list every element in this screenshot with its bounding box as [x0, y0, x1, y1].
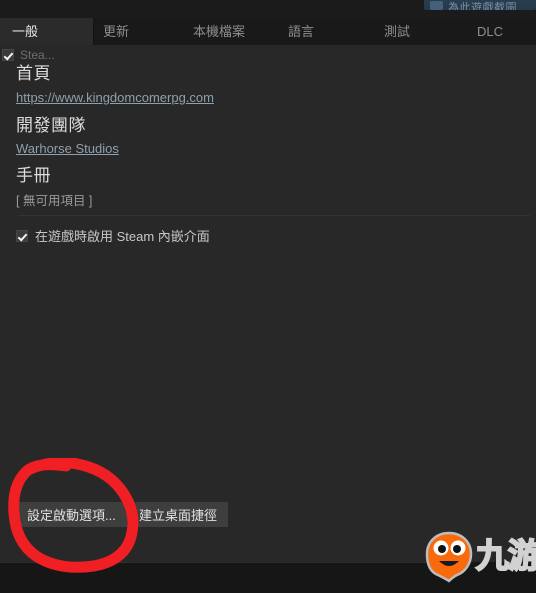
- tab-local-files-label: 本機檔案: [193, 24, 246, 39]
- steam-overlay-label: 在遊戲時啟用 Steam 內嵌介面: [35, 229, 210, 244]
- home-section-heading: 首頁: [16, 64, 51, 83]
- steam-cloud-checkbox[interactable]: [2, 49, 14, 61]
- home-website-link[interactable]: https://www.kingdomcomerpg.com: [16, 90, 214, 105]
- create-desktop-shortcut-button[interactable]: 建立桌面捷徑: [128, 502, 229, 527]
- developer-section-heading: 開發團隊: [16, 116, 86, 135]
- tab-general-label: 一般: [12, 24, 39, 39]
- developer-studio-link[interactable]: Warhorse Studios: [16, 141, 119, 156]
- tab-dlc-label: DLC: [477, 24, 504, 39]
- steam-overlay-checkbox[interactable]: [16, 229, 28, 242]
- steam-overlay-row[interactable]: 在遊戲時啟用 Steam 內嵌介面: [16, 226, 210, 245]
- bottom-bar-divider: [0, 562, 430, 563]
- tab-updates[interactable]: 更新: [103, 18, 129, 45]
- tab-general[interactable]: 一般: [0, 18, 94, 45]
- tab-local-files[interactable]: 本機檔案: [193, 18, 245, 45]
- tab-language[interactable]: 語言: [288, 18, 314, 45]
- screenshot-button[interactable]: 為此遊戲截圖: [424, 0, 536, 10]
- tab-updates-label: 更新: [103, 24, 130, 39]
- game-properties-tabbar: 一般 更新 本機檔案 語言 測試 DLC: [0, 18, 536, 46]
- window-top-strip: 為此遊戲截圖: [0, 0, 536, 18]
- window-bottom-bar: [0, 562, 536, 593]
- tab-language-label: 語言: [288, 24, 315, 39]
- section-divider: [18, 215, 530, 216]
- general-tab-panel: Stea... 首頁 https://www.kingdomcomerpg.co…: [0, 45, 536, 562]
- manual-empty-note: [ 無可用項目 ]: [16, 194, 93, 208]
- camera-icon: [430, 1, 443, 10]
- tab-betas-label: 測試: [384, 24, 411, 39]
- tab-dlc[interactable]: DLC: [477, 18, 503, 45]
- set-launch-options-button[interactable]: 設定啟動選項...: [16, 502, 127, 527]
- screenshot-button-label: 為此遊戲截圖: [448, 2, 517, 10]
- tab-betas[interactable]: 測試: [384, 18, 410, 45]
- manual-section-heading: 手冊: [16, 166, 51, 185]
